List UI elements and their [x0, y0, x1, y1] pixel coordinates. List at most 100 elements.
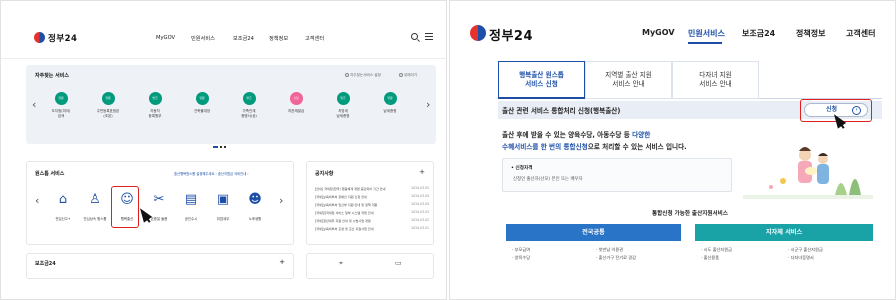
local-item: · 출산용품: [701, 255, 720, 260]
notice-date: 2024.03.01: [409, 226, 429, 230]
nationwide-item: · 첫만남 이용권: [596, 247, 624, 252]
radio-icon: [399, 73, 403, 77]
favorites-more-option[interactable]: 뒤에이기: [399, 73, 417, 78]
nav-civil-service[interactable]: 민원서비스: [191, 35, 215, 42]
onestop-service-item[interactable]: ☻ 노후생활: [243, 192, 267, 221]
hamburger-menu-icon[interactable]: [425, 33, 433, 40]
tab-regional-birth-support[interactable]: 지역별 출산 지원 서비스 안내: [585, 61, 672, 99]
local-item: · 다자녀증명서: [788, 255, 814, 260]
service-title-bar: 출산 관련 서비스 통합처리 신청(행복출산) 신청 ›: [498, 99, 882, 129]
notice-text: [국세]보육비부처 장애인 지원 신청 안내: [315, 195, 367, 199]
carousel-dot[interactable]: [220, 146, 222, 148]
tab-multichild-support[interactable]: 다자녀 지원 서비스 안내: [672, 61, 759, 99]
favorites-setting-option[interactable]: 자주찾는서비스 설정: [345, 73, 381, 78]
desc-text: 으로 처리할 수 있는 서비스 입니다.: [587, 143, 687, 151]
badge-label: 열람: [58, 96, 64, 100]
notice-row[interactable]: [국세청]국세청 서비스 일부 시스템 작업 안내 2024.03.03: [315, 210, 429, 215]
favorites-next-arrow-icon[interactable]: ›: [426, 99, 430, 110]
available-services-title: 통합신청 가능한 출산지원서비스: [652, 211, 728, 217]
nav-subsidy24[interactable]: 보조금24: [233, 35, 254, 42]
favorite-service-item[interactable]: 발급 자동차 등록원부: [142, 92, 168, 136]
nationwide-item: · 양육수당: [512, 255, 531, 260]
notice-date: 2024.03.04: [409, 194, 429, 198]
badge-label: 신청: [293, 96, 299, 100]
notice-row[interactable]: [국세]보육비부처 임신부 지원 안내 및 정책 개편 2024.03.04: [315, 202, 429, 207]
tab-label: 지역별 출산 지원 서비스 안내: [605, 71, 652, 88]
carousel-dot[interactable]: [224, 146, 226, 148]
onestop-service-label: 안심상속 원스톱: [83, 217, 107, 221]
notice-text: [안내] 국세청(한국) 협동체계 개편 중단되어 기간 안내: [315, 187, 386, 191]
onestop-links[interactable]: 출산행복원스톱 설정해주세요 › 출산지원금 국비안내 ›: [174, 171, 249, 176]
service-badge-icon: 열람: [383, 92, 397, 105]
house-icon: ⌂: [58, 192, 68, 207]
search-icon[interactable]: [411, 33, 418, 40]
nav-mygov[interactable]: MyGOV: [642, 28, 675, 37]
local-item: · 시군구 출산지원금: [788, 247, 823, 252]
notice-date: 2024.03.02: [409, 218, 429, 222]
favorite-service-item[interactable]: 열람 주민등록표등본 (초본): [95, 92, 121, 136]
onestop-next-arrow-icon[interactable]: ›: [279, 195, 283, 206]
notice-date: 2024.03.03: [409, 210, 429, 214]
eligibility-heading: • 신청자격: [511, 166, 533, 171]
gov24-logo-icon[interactable]: [470, 25, 486, 41]
desc-highlight: 수혜서비스를 한 번의 통합신청: [502, 143, 588, 151]
nationwide-item: · 출산가구 전기료 경감: [596, 255, 636, 260]
nav-customer-center[interactable]: 고객센터: [846, 28, 875, 39]
favorite-service-item[interactable]: 열람 건축물대장: [189, 92, 215, 136]
site-logo-text[interactable]: 정부24: [48, 32, 77, 44]
nav-mygov[interactable]: MyGOV: [156, 35, 175, 41]
nav-customer-center[interactable]: 고객센터: [305, 35, 324, 42]
tab-label: 다자녀 지원 서비스 안내: [699, 71, 732, 88]
subsidy-title: 보조금24: [35, 261, 56, 267]
service-badge-icon: 열람: [54, 92, 68, 105]
badge-label: 발급: [152, 96, 158, 100]
favorite-service-item[interactable]: 열람 도지정(미아) 검색: [48, 92, 74, 136]
nav-policy-info[interactable]: 정책정보: [269, 35, 288, 42]
carousel-dots[interactable]: [213, 133, 228, 152]
onestop-service-label: 공인수시: [184, 217, 198, 221]
left-screenshot-panel: 정부24 MyGOV 민원서비스 보조금24 정책정보 고객센터 자주찾는 서비…: [0, 0, 447, 300]
service-badge-icon: 발급: [148, 92, 162, 105]
favorites-prev-arrow-icon[interactable]: ‹: [32, 99, 36, 110]
service-badge-icon: 열람: [195, 92, 209, 105]
favorite-service-item[interactable]: 열람 납세증명: [377, 92, 403, 136]
service-badge-icon: 열람: [101, 92, 115, 105]
favorite-service-item[interactable]: 발급 가족관계 증명서(상): [236, 92, 262, 136]
favorite-service-item[interactable]: 신청 여권재발급: [283, 92, 309, 136]
notice-row[interactable]: [국세]보육비부처 출생 및 출산 지원사업 안내 2024.03.01: [315, 226, 429, 231]
onestop-service-label: 전입신고+: [55, 217, 71, 221]
pin-icon[interactable]: ⌖: [339, 259, 343, 268]
favorite-service-item[interactable]: 발급 지방세 납세증명: [330, 92, 356, 136]
notice-row[interactable]: [안내] 국세청(한국) 협동체계 개편 중단되어 기간 안내 2024.03.0…: [315, 186, 429, 191]
notice-title: 공지사항: [315, 171, 334, 177]
notice-more-icon[interactable]: +: [419, 168, 425, 176]
site-logo-text[interactable]: 정부24: [489, 25, 533, 44]
service-bar-title: 출산 관련 서비스 통합처리 신청(행복출산): [502, 107, 621, 115]
notice-row[interactable]: [국세]청년세무 지원 안내 및 시범사업 개편 2024.03.02: [315, 218, 429, 223]
onestop-service-item[interactable]: ▤ 공인수시: [179, 192, 203, 221]
elder-icon: ☻: [248, 192, 262, 207]
chat-icon[interactable]: ▭: [395, 259, 402, 267]
eligibility-text: 신청인 출산자(산모) 본인 또는 배우자: [513, 177, 583, 182]
onestop-service-item[interactable]: ⌂ 전입신고+: [51, 192, 75, 221]
nav-subsidy24[interactable]: 보조금24: [742, 28, 775, 39]
subsidy-more-icon[interactable]: +: [279, 258, 285, 266]
selected-service-highlight: [111, 186, 139, 228]
favorites-more-label: 뒤에이기: [404, 73, 418, 77]
tab-happy-birth-onestop[interactable]: 행복출산 원스톱 서비스 신청: [498, 61, 585, 99]
onestop-services-section: 원스톱 서비스 출산행복원스톱 설정해주세요 › 출산지원금 국비안내 › ‹ …: [26, 161, 294, 245]
scissors-icon: ✂: [153, 192, 165, 207]
nationwide-services-header: 전국공통: [506, 224, 681, 241]
nav-civil-service[interactable]: 민원서비스: [688, 28, 725, 39]
notice-text: [국세]보육비부처 임신부 지원 안내 및 정책 개편: [315, 203, 378, 207]
person-icon: ♙: [89, 192, 101, 207]
onestop-service-item[interactable]: ▣ 취업세무: [211, 192, 235, 221]
carousel-dot-active[interactable]: [213, 146, 218, 148]
notice-row[interactable]: [국세]보육비부처 장애인 지원 신청 안내 2024.03.04: [315, 194, 429, 199]
family-illustration: [743, 147, 873, 199]
gov24-logo-icon[interactable]: [34, 32, 45, 43]
onestop-service-item[interactable]: ♙ 안심상속 원스톱: [83, 192, 107, 221]
nav-policy-info[interactable]: 정책정보: [796, 28, 825, 39]
desc-highlight: 다양한: [632, 131, 651, 139]
onestop-prev-arrow-icon[interactable]: ‹: [35, 195, 39, 206]
